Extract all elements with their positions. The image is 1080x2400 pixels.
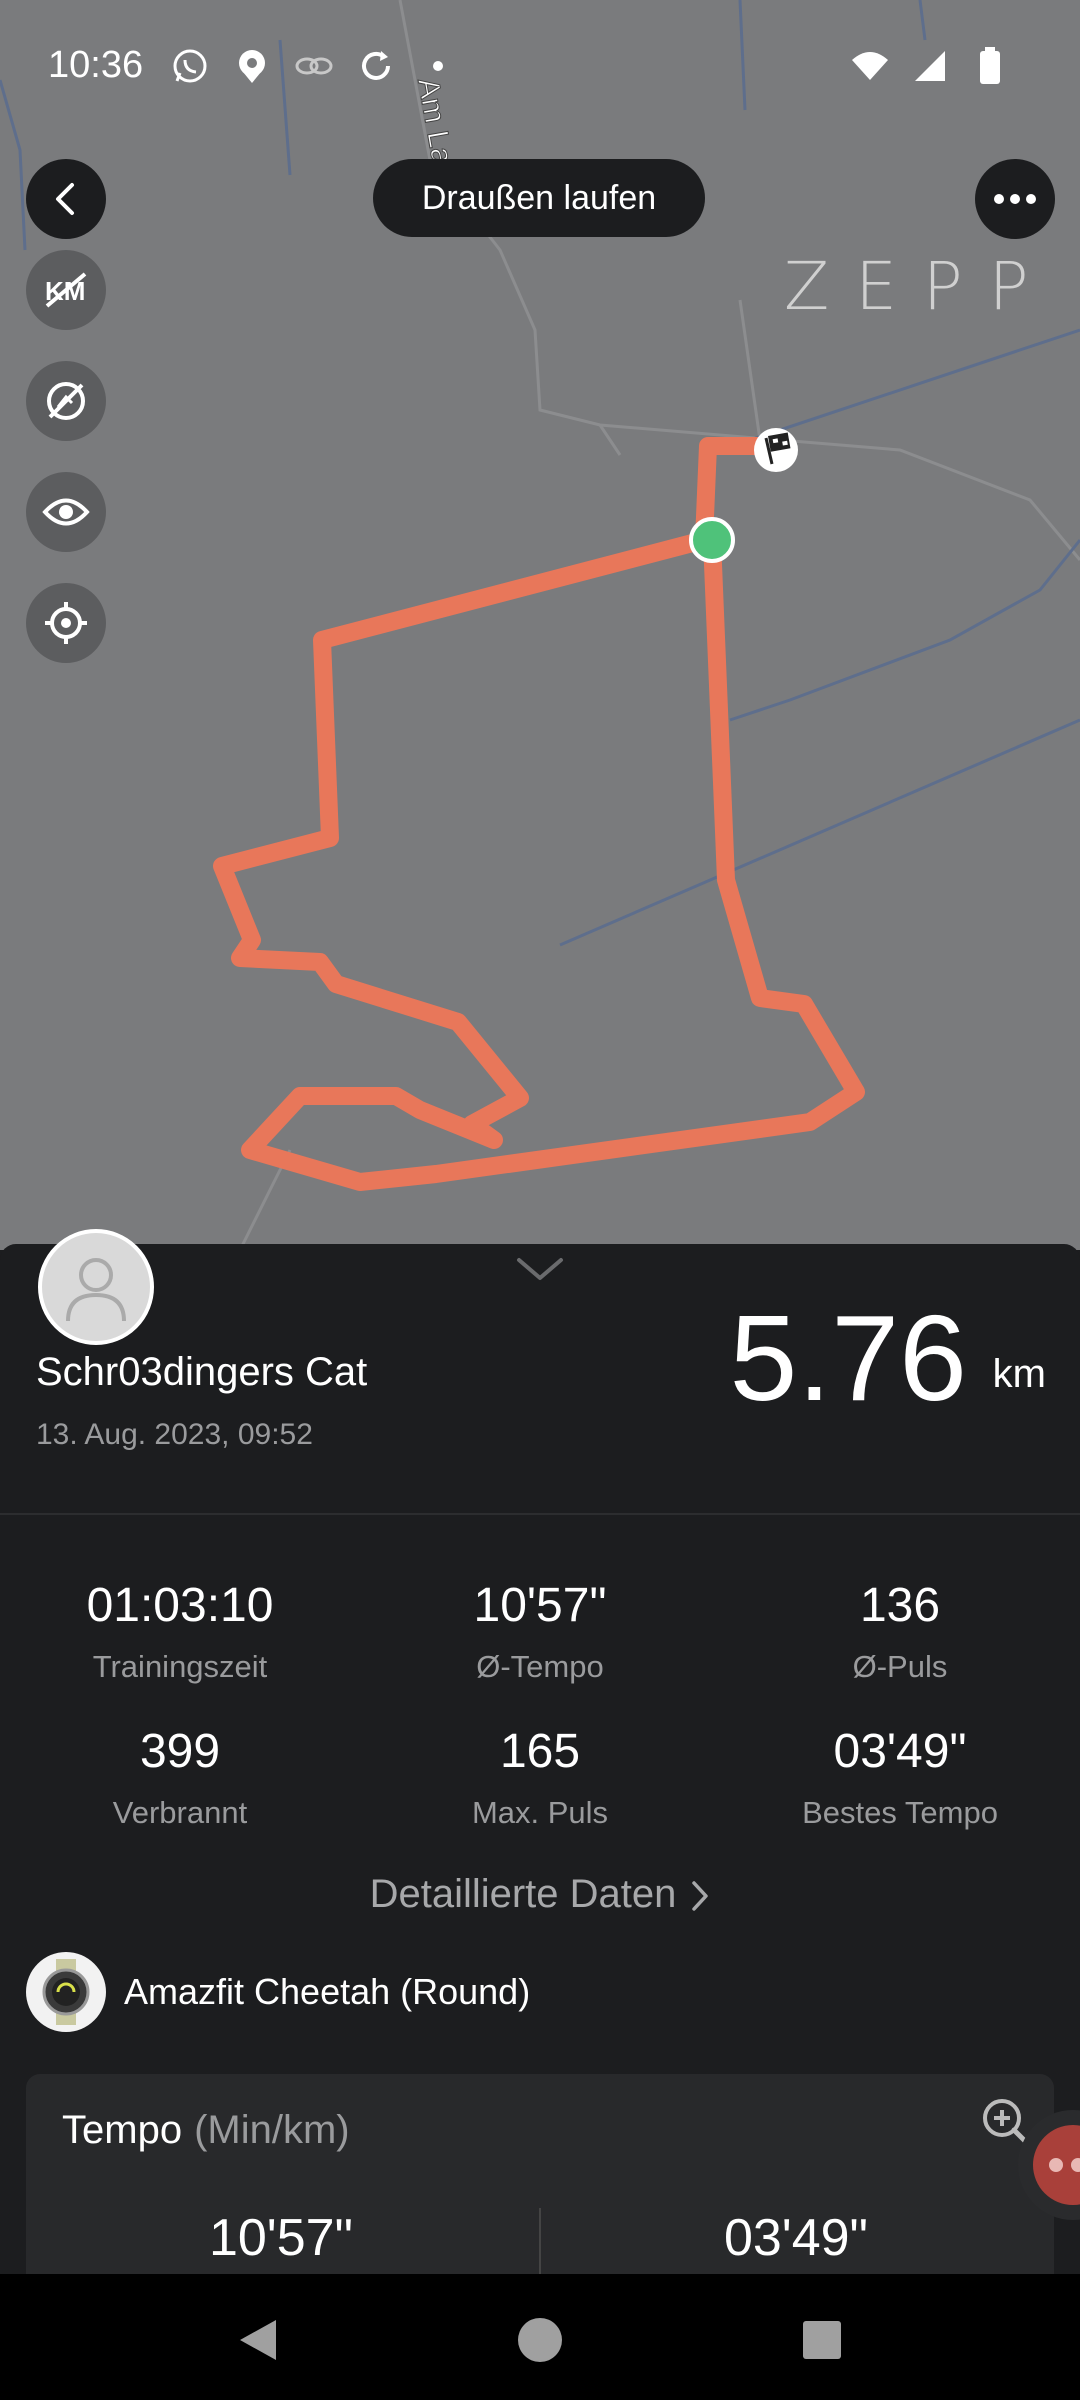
stat-value: 165 — [499, 1725, 581, 1778]
back-button[interactable] — [26, 159, 106, 239]
stat-value: 03'49" — [833, 1725, 967, 1778]
nav-recents-button[interactable] — [782, 2300, 862, 2380]
stat-max-heart-rate: 165 Max. Puls — [360, 1724, 720, 1831]
distance-value: 5.76 — [729, 1290, 967, 1426]
visibility-toggle[interactable] — [26, 472, 106, 552]
chat-bubble-icon — [1033, 2125, 1080, 2205]
nav-home-button[interactable] — [500, 2300, 580, 2380]
chevron-right-icon — [692, 1881, 709, 1912]
status-time: 10:36 — [48, 44, 144, 86]
stat-label: Verbrannt — [112, 1795, 248, 1830]
status-bar: 10:36 — [0, 0, 1080, 136]
link-icon — [294, 46, 334, 86]
tempo-average: 10'57" — [208, 2209, 354, 2267]
location-pin-icon — [232, 46, 272, 86]
battery-icon — [970, 46, 1010, 86]
user-placeholder-icon — [66, 1258, 126, 1322]
detailed-data-label: Detaillierte Daten — [369, 1872, 677, 1916]
device-row[interactable]: Amazfit Cheetah (Round) — [26, 1952, 530, 2032]
tempo-title: Tempo (Min/km) — [62, 2108, 350, 2153]
speed-toggle[interactable] — [26, 361, 106, 441]
stat-label: Bestes Tempo — [802, 1795, 998, 1830]
stat-avg-heart-rate: 136 Ø-Puls — [720, 1578, 1080, 1685]
locate-button[interactable] — [26, 583, 106, 663]
route-map[interactable]: Am La 10:36 Draußen laufen ZEPP — [0, 0, 1080, 1250]
user-name: Schr03dingers Cat — [36, 1350, 368, 1394]
whatsapp-icon — [170, 46, 210, 86]
nav-home-icon — [518, 2318, 562, 2362]
km-marker-icon: KM — [45, 272, 87, 308]
distance-unit: km — [992, 1352, 1046, 1396]
avatar[interactable] — [38, 1229, 154, 1345]
watch-icon — [26, 1952, 106, 2032]
hide-speed-icon — [47, 382, 85, 420]
activity-type-label: Draußen laufen — [373, 159, 705, 237]
nav-back-icon — [240, 2320, 276, 2360]
system-nav-bar — [0, 2274, 1080, 2400]
finish-flag-icon — [754, 428, 798, 472]
signal-icon — [910, 46, 950, 86]
stat-value: 399 — [139, 1725, 221, 1778]
back-arrow-icon — [56, 183, 74, 215]
divider — [0, 1513, 1080, 1515]
eye-icon — [42, 498, 90, 526]
detailed-data-link[interactable]: Detaillierte Daten — [0, 1872, 1080, 1917]
more-dots-icon — [994, 194, 1036, 204]
stat-calories: 399 Verbrannt — [0, 1724, 360, 1831]
stat-training-time: 01:03:10 Trainingszeit — [0, 1578, 360, 1685]
device-name: Amazfit Cheetah (Round) — [124, 1971, 531, 2012]
start-marker — [689, 517, 735, 563]
locate-icon — [45, 602, 87, 644]
route-path — [213, 437, 865, 1191]
stat-value: 10'57" — [473, 1579, 607, 1632]
zepp-logo: ZEPP — [784, 248, 1055, 325]
tempo-title-text: Tempo — [62, 2108, 183, 2152]
stat-label: Max. Puls — [471, 1795, 609, 1830]
stat-value: 136 — [859, 1579, 941, 1632]
km-marker-toggle[interactable]: KM — [26, 250, 106, 330]
collapse-chevron-icon[interactable] — [515, 1254, 565, 1284]
stat-label: Ø-Puls — [852, 1649, 948, 1684]
system-icons — [850, 46, 1010, 86]
stat-label: Trainingszeit — [92, 1649, 268, 1684]
notification-icons — [170, 46, 458, 86]
dot-icon — [418, 46, 458, 86]
stat-best-pace: 03'49" Bestes Tempo — [720, 1724, 1080, 1831]
stat-value: 01:03:10 — [86, 1579, 274, 1632]
stat-avg-pace: 10'57" Ø-Tempo — [360, 1578, 720, 1685]
more-options-button[interactable] — [975, 159, 1055, 239]
tempo-unit: (Min/km) — [194, 2108, 350, 2152]
wifi-icon — [850, 46, 890, 86]
tempo-best: 03'49" — [723, 2209, 869, 2267]
nav-recents-icon — [803, 2321, 841, 2359]
stat-label: Ø-Tempo — [476, 1649, 604, 1684]
workout-date: 13. Aug. 2023, 09:52 — [36, 1418, 313, 1451]
sync-icon — [356, 46, 396, 86]
nav-back-button[interactable] — [218, 2300, 298, 2380]
